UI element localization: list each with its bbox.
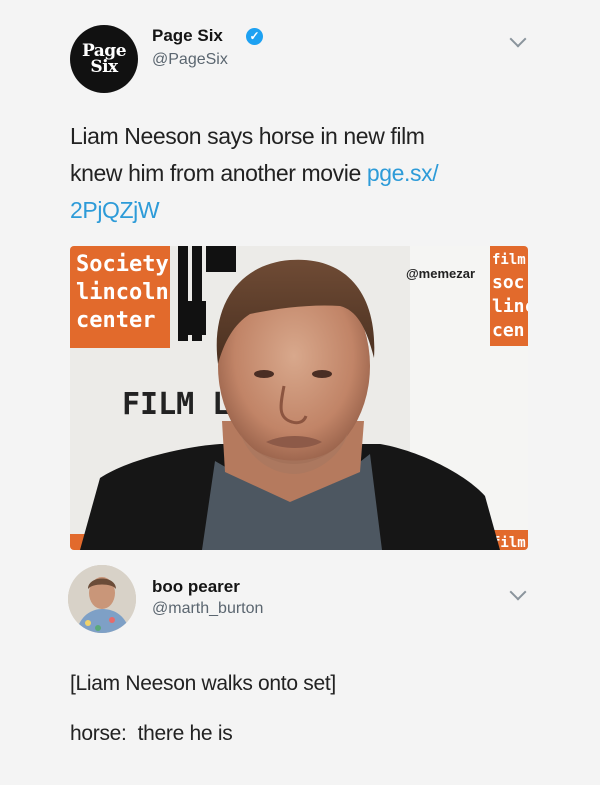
reply-text-line-2: horse: there he is: [70, 722, 233, 745]
reply-author-name[interactable]: boo pearer: [152, 577, 240, 597]
reply-avatar-image: [68, 565, 136, 633]
reply-avatar[interactable]: [68, 565, 136, 633]
reply-author-handle[interactable]: @marth_burton: [152, 600, 263, 618]
reply-menu-chevron-icon[interactable]: [509, 583, 527, 601]
reply-tweet: boo pearer @marth_burton [Liam Neeson wa…: [0, 0, 600, 785]
reply-text-line-1: [Liam Neeson walks onto set]: [70, 672, 336, 695]
